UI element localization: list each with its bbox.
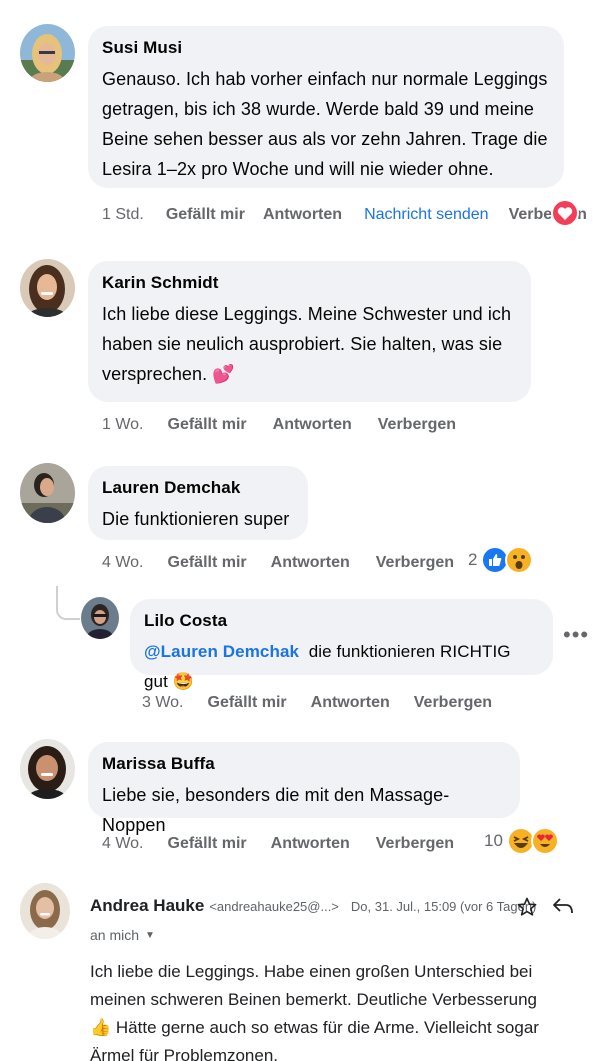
mention-link[interactable]: @Lauren Demchak — [144, 642, 299, 661]
heart-eyes-icon — [530, 827, 559, 855]
like-button[interactable]: Gefällt mir — [208, 694, 287, 712]
recipient-label: an mich — [90, 927, 140, 943]
avatar[interactable] — [81, 597, 119, 639]
sender-address: <andreahauke25@...> — [209, 899, 339, 914]
email-header: Andrea Hauke <andreahauke25@...> Do, 31.… — [90, 896, 536, 916]
reaction-count: 10 — [484, 831, 503, 850]
like-button[interactable]: Gefällt mir — [166, 206, 245, 224]
comment-text-body: Ich liebe diese Leggings. Meine Schweste… — [102, 304, 512, 384]
comment-text: Genauso. Ich hab vorher einfach nur norm… — [102, 69, 548, 179]
comment-bubble: Lauren Demchak Die funktionieren super — [88, 466, 308, 540]
reply-arrow-icon[interactable] — [550, 895, 576, 917]
comment-author[interactable]: Marissa Buffa — [102, 754, 504, 774]
hide-button[interactable]: Verbergen — [378, 416, 456, 434]
reaction-summary[interactable] — [551, 199, 579, 227]
comment-time[interactable]: 1 Std. — [102, 206, 144, 224]
comment-time[interactable]: 4 Wo. — [102, 835, 144, 853]
comment-bubble: Karin Schmidt Ich liebe diese Leggings. … — [88, 261, 531, 402]
email-body-text: Ich liebe die Leggings. Habe einen große… — [90, 962, 537, 1009]
reply-button[interactable]: Antworten — [273, 416, 352, 434]
thumbs-up-emoji: 👍 — [90, 1018, 112, 1037]
more-options-icon[interactable]: ••• — [563, 622, 589, 648]
star-struck-emoji: 🤩 — [172, 672, 195, 691]
sender-avatar[interactable] — [20, 883, 70, 939]
reply-button[interactable]: Antworten — [271, 835, 350, 853]
sender-name[interactable]: Andrea Hauke — [90, 896, 204, 916]
reaction-summary[interactable]: 10 — [484, 827, 559, 855]
email-body-text-2: Hätte gerne auch so etwas für die Arme. … — [90, 1018, 539, 1061]
like-button[interactable]: Gefällt mir — [168, 416, 247, 434]
comment-text: @Lauren Demchak die funktionieren RICHTI… — [144, 637, 537, 697]
comment-actions: 1 Std. Gefällt mir Antworten Nachricht s… — [102, 206, 587, 224]
reaction-count: 2 — [468, 550, 478, 569]
email-body: Ich liebe die Leggings. Habe einen große… — [90, 958, 560, 1061]
comment-text: Ich liebe diese Leggings. Meine Schweste… — [102, 299, 515, 389]
hearts-emoji: 💕 — [212, 364, 235, 384]
comment-author[interactable]: Susi Musi — [102, 38, 548, 58]
heart-icon — [551, 199, 579, 227]
chevron-down-icon: ▼ — [145, 929, 155, 941]
recipient-toggle[interactable]: an mich ▼ — [90, 927, 155, 943]
comment-actions: 4 Wo. Gefällt mir Antworten Verbergen — [102, 835, 480, 853]
avatar[interactable] — [20, 463, 75, 523]
hide-button[interactable]: Verbergen — [376, 554, 454, 572]
comment-actions: 1 Wo. Gefällt mir Antworten Verbergen — [102, 416, 482, 434]
reply-button[interactable]: Antworten — [311, 694, 390, 712]
reaction-summary[interactable]: 2 — [468, 546, 534, 574]
comment-time[interactable]: 1 Wo. — [102, 416, 144, 434]
hide-button[interactable]: Verbergen — [414, 694, 492, 712]
wow-icon — [505, 546, 534, 574]
like-button[interactable]: Gefällt mir — [168, 554, 247, 572]
comment-author[interactable]: Lauren Demchak — [102, 478, 292, 498]
avatar[interactable] — [20, 24, 75, 82]
hide-button[interactable]: Verbergen — [376, 835, 454, 853]
avatar[interactable] — [20, 259, 75, 317]
reply-button[interactable]: Antworten — [263, 206, 342, 224]
comment-text: Die funktionieren super — [102, 509, 290, 529]
comment-time[interactable]: 4 Wo. — [102, 554, 144, 572]
comment-author[interactable]: Lilo Costa — [144, 611, 537, 631]
comment-actions: 4 Wo. Gefällt mir Antworten Verbergen — [102, 554, 480, 572]
like-button[interactable]: Gefällt mir — [168, 835, 247, 853]
comment-actions: 3 Wo. Gefällt mir Antworten Verbergen — [142, 694, 518, 712]
avatar[interactable] — [20, 739, 75, 799]
comment-text: Liebe sie, besonders die mit den Massage… — [102, 785, 450, 835]
send-message-button[interactable]: Nachricht senden — [364, 206, 489, 224]
email-date: Do, 31. Jul., 15:09 (vor 6 Tagen) — [350, 899, 537, 914]
comment-bubble: Marissa Buffa Liebe sie, besonders die m… — [88, 742, 520, 835]
comment-author[interactable]: Karin Schmidt — [102, 273, 515, 293]
reply-bubble: Lilo Costa @Lauren Demchak die funktioni… — [130, 599, 553, 691]
comment-bubble: Susi Musi Genauso. Ich hab vorher einfac… — [88, 26, 564, 188]
thread-connector — [56, 586, 80, 620]
reply-button[interactable]: Antworten — [271, 554, 350, 572]
comment-time[interactable]: 3 Wo. — [142, 694, 184, 712]
star-icon[interactable] — [515, 896, 539, 918]
